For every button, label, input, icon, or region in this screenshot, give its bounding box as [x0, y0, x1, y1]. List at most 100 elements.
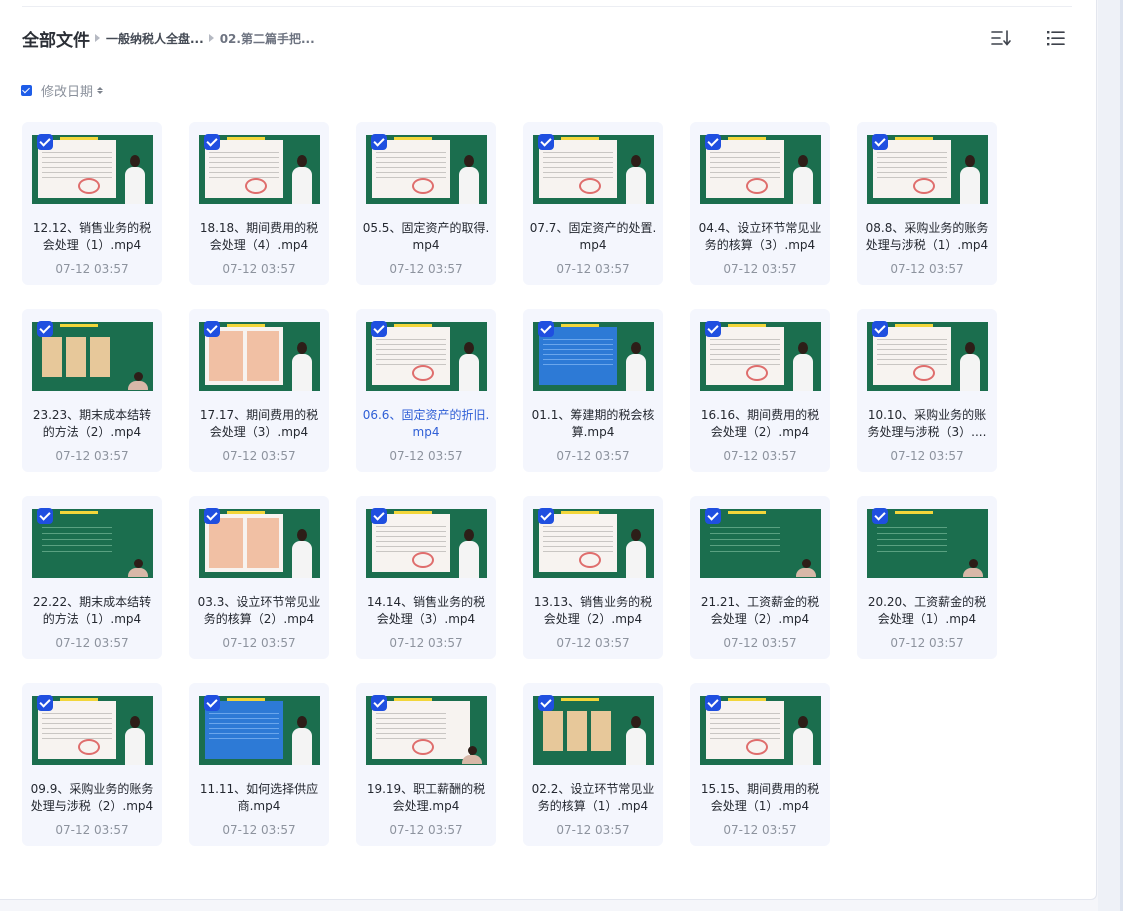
file-name: 05.5、固定资产的取得.mp4 — [362, 221, 490, 252]
file-card[interactable]: 10.10、采购业务的账务处理与涉税（3）.... 07-12 03:57 — [857, 309, 997, 472]
file-modified-date: 07-12 03:57 — [222, 262, 296, 276]
file-modified-date: 07-12 03:57 — [55, 262, 129, 276]
file-card[interactable]: 17.17、期间费用的税会处理（3）.mp4 07-12 03:57 — [189, 309, 329, 472]
file-name: 08.8、采购业务的账务处理与涉税（1）.mp4 — [865, 221, 989, 252]
file-card[interactable]: 11.11、如何选择供应商.mp4 07-12 03:57 — [189, 683, 329, 846]
file-name: 10.10、采购业务的账务处理与涉税（3）.... — [867, 408, 987, 439]
file-card[interactable]: 23.23、期末成本结转的方法（2）.mp4 07-12 03:57 — [22, 309, 162, 472]
file-card[interactable]: 13.13、销售业务的税会处理（2）.mp4 07-12 03:57 — [523, 496, 663, 659]
file-card[interactable]: 03.3、设立环节常见业务的核算（2）.mp4 07-12 03:57 — [189, 496, 329, 659]
file-modified-date: 07-12 03:57 — [55, 449, 129, 463]
file-name: 04.4、设立环节常见业务的核算（3）.mp4 — [698, 221, 822, 252]
file-modified-date: 07-12 03:57 — [55, 823, 129, 837]
file-name: 03.3、设立环节常见业务的核算（2）.mp4 — [197, 595, 321, 626]
file-name: 12.12、销售业务的税会处理（1）.mp4 — [32, 221, 152, 252]
file-modified-date: 07-12 03:57 — [222, 636, 296, 650]
file-card[interactable]: 22.22、期末成本结转的方法（1）.mp4 07-12 03:57 — [22, 496, 162, 659]
file-checkbox-checked-icon[interactable] — [37, 695, 53, 711]
file-checkbox-checked-icon[interactable] — [872, 134, 888, 150]
file-grid: 12.12、销售业务的税会处理（1）.mp4 07-12 03:57 18.18、期… — [22, 122, 997, 846]
file-modified-date: 07-12 03:57 — [389, 823, 463, 837]
file-modified-date: 07-12 03:57 — [890, 449, 964, 463]
sort-toggle-icon[interactable] — [97, 86, 104, 94]
file-checkbox-checked-icon[interactable] — [705, 508, 721, 524]
file-modified-date: 07-12 03:57 — [556, 636, 630, 650]
file-modified-date: 07-12 03:57 — [389, 262, 463, 276]
file-checkbox-checked-icon[interactable] — [872, 508, 888, 524]
file-card[interactable]: 20.20、工资薪金的税会处理（1）.mp4 07-12 03:57 — [857, 496, 997, 659]
file-modified-date: 07-12 03:57 — [723, 636, 797, 650]
file-card[interactable]: 01.1、筹建期的税会核算.mp4 07-12 03:57 — [523, 309, 663, 472]
breadcrumb-current: 02.第二篇手把... — [219, 31, 315, 46]
file-name: 17.17、期间费用的税会处理（3）.mp4 — [199, 408, 319, 439]
file-name: 02.2、设立环节常见业务的核算（1）.mp4 — [531, 782, 655, 813]
file-name: 07.7、固定资产的处置.mp4 — [529, 221, 657, 252]
file-name: 15.15、期间费用的税会处理（1）.mp4 — [700, 782, 820, 813]
file-name: 01.1、筹建期的税会核算.mp4 — [531, 408, 655, 439]
file-modified-date: 07-12 03:57 — [890, 262, 964, 276]
breadcrumb-separator-icon — [208, 34, 214, 42]
file-checkbox-checked-icon[interactable] — [204, 134, 220, 150]
file-card[interactable]: 12.12、销售业务的税会处理（1）.mp4 07-12 03:57 — [22, 122, 162, 285]
right-sidebar — [1098, 0, 1123, 911]
file-card[interactable]: 09.9、采购业务的账务处理与涉税（2）.mp4 07-12 03:57 — [22, 683, 162, 846]
file-modified-date: 07-12 03:57 — [723, 449, 797, 463]
file-card[interactable]: 08.8、采购业务的账务处理与涉税（1）.mp4 07-12 03:57 — [857, 122, 997, 285]
file-checkbox-checked-icon[interactable] — [371, 508, 387, 524]
file-checkbox-checked-icon[interactable] — [204, 695, 220, 711]
divider — [22, 6, 1072, 7]
file-card[interactable]: 19.19、职工薪酬的税会处理.mp4 07-12 03:57 — [356, 683, 496, 846]
file-checkbox-checked-icon[interactable] — [705, 321, 721, 337]
file-name: 19.19、职工薪酬的税会处理.mp4 — [366, 782, 486, 813]
file-checkbox-checked-icon[interactable] — [37, 321, 53, 337]
file-name: 09.9、采购业务的账务处理与涉税（2）.mp4 — [30, 782, 154, 813]
file-browser-panel: 全部文件 一般纳税人全盘... 02.第二篇手把... 修改日期 12.12、销… — [0, 0, 1097, 900]
file-checkbox-checked-icon[interactable] — [204, 321, 220, 337]
file-checkbox-checked-icon[interactable] — [371, 321, 387, 337]
file-checkbox-checked-icon[interactable] — [538, 508, 554, 524]
file-name: 20.20、工资薪金的税会处理（1）.mp4 — [867, 595, 987, 626]
list-view-icon[interactable] — [1045, 27, 1067, 49]
file-modified-date: 07-12 03:57 — [389, 636, 463, 650]
file-checkbox-checked-icon[interactable] — [371, 695, 387, 711]
sort-descending-icon[interactable] — [990, 27, 1012, 49]
file-checkbox-checked-icon[interactable] — [204, 508, 220, 524]
file-checkbox-checked-icon[interactable] — [371, 134, 387, 150]
file-checkbox-checked-icon[interactable] — [37, 134, 53, 150]
file-checkbox-checked-icon[interactable] — [538, 134, 554, 150]
file-checkbox-checked-icon[interactable] — [37, 508, 53, 524]
breadcrumb-root[interactable]: 全部文件 — [22, 26, 90, 51]
file-checkbox-checked-icon[interactable] — [538, 695, 554, 711]
file-card[interactable]: 15.15、期间费用的税会处理（1）.mp4 07-12 03:57 — [690, 683, 830, 846]
file-card[interactable]: 07.7、固定资产的处置.mp4 07-12 03:57 — [523, 122, 663, 285]
select-all-checkbox[interactable] — [21, 84, 32, 96]
file-name: 16.16、期间费用的税会处理（2）.mp4 — [700, 408, 820, 439]
file-card[interactable]: 16.16、期间费用的税会处理（2）.mp4 07-12 03:57 — [690, 309, 830, 472]
file-name: 06.6、固定资产的折旧.mp4 — [362, 408, 490, 439]
file-card[interactable]: 04.4、设立环节常见业务的核算（3）.mp4 07-12 03:57 — [690, 122, 830, 285]
file-card[interactable]: 02.2、设立环节常见业务的核算（1）.mp4 07-12 03:57 — [523, 683, 663, 846]
sort-by-modified-date[interactable]: 修改日期 — [41, 81, 93, 100]
file-name: 23.23、期末成本结转的方法（2）.mp4 — [32, 408, 152, 439]
file-checkbox-checked-icon[interactable] — [705, 134, 721, 150]
file-checkbox-checked-icon[interactable] — [872, 321, 888, 337]
file-modified-date: 07-12 03:57 — [890, 636, 964, 650]
file-card[interactable]: 06.6、固定资产的折旧.mp4 07-12 03:57 — [356, 309, 496, 472]
file-name: 14.14、销售业务的税会处理（3）.mp4 — [366, 595, 486, 626]
file-modified-date: 07-12 03:57 — [222, 823, 296, 837]
file-modified-date: 07-12 03:57 — [556, 262, 630, 276]
file-name: 22.22、期末成本结转的方法（1）.mp4 — [32, 595, 152, 626]
file-checkbox-checked-icon[interactable] — [705, 695, 721, 711]
breadcrumb: 全部文件 一般纳税人全盘... 02.第二篇手把... — [22, 25, 315, 51]
file-card[interactable]: 05.5、固定资产的取得.mp4 07-12 03:57 — [356, 122, 496, 285]
file-card[interactable]: 14.14、销售业务的税会处理（3）.mp4 07-12 03:57 — [356, 496, 496, 659]
file-modified-date: 07-12 03:57 — [723, 823, 797, 837]
file-name: 13.13、销售业务的税会处理（2）.mp4 — [533, 595, 653, 626]
file-name: 18.18、期间费用的税会处理（4）.mp4 — [199, 221, 319, 252]
file-card[interactable]: 21.21、工资薪金的税会处理（2）.mp4 07-12 03:57 — [690, 496, 830, 659]
sort-bar: 修改日期 — [21, 81, 104, 100]
breadcrumb-separator-icon — [95, 34, 100, 42]
breadcrumb-level1[interactable]: 一般纳税人全盘... — [106, 30, 204, 47]
file-checkbox-checked-icon[interactable] — [538, 321, 554, 337]
file-card[interactable]: 18.18、期间费用的税会处理（4）.mp4 07-12 03:57 — [189, 122, 329, 285]
